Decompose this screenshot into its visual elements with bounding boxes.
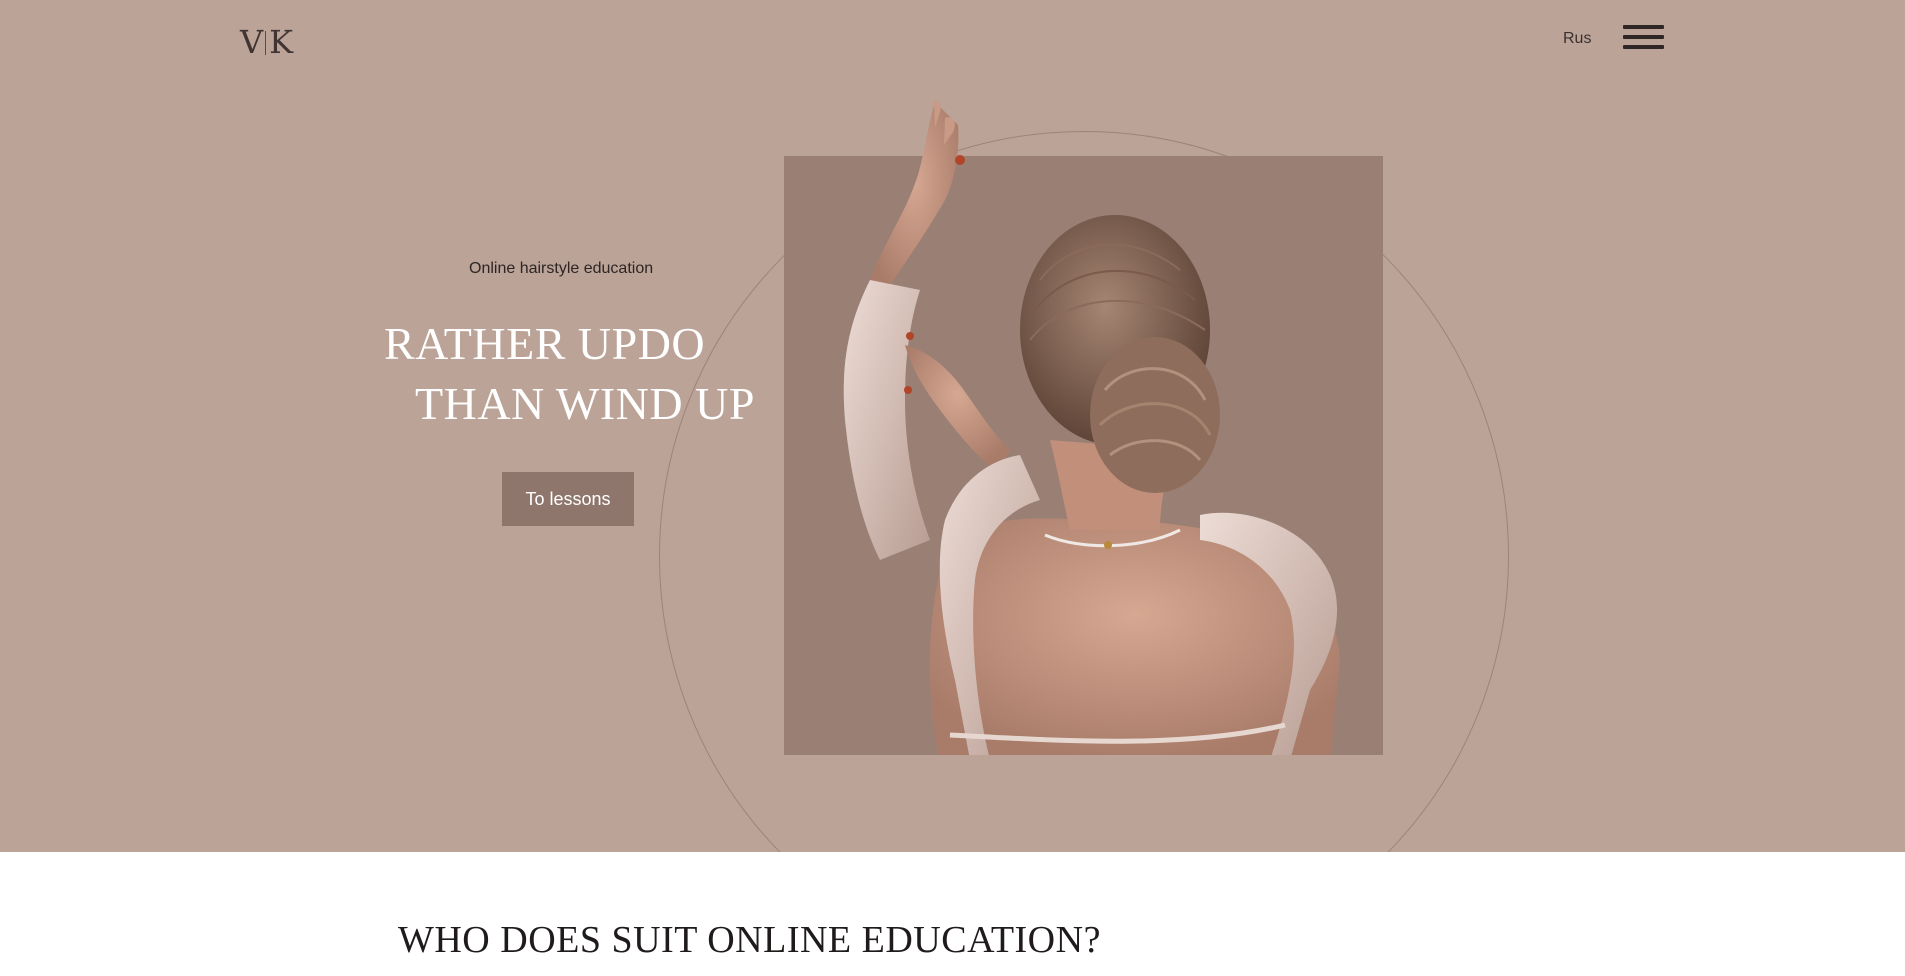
to-lessons-button[interactable]: To lessons xyxy=(502,472,634,526)
hero-subtitle: Online hairstyle education xyxy=(469,260,654,277)
hero-section: VK Rus Online hairstyle education RATHER… xyxy=(0,0,1905,852)
woman-back-illustration xyxy=(843,100,1340,755)
hero-headline: RATHER UPDO THAN WIND UP xyxy=(384,314,755,434)
hero-photo xyxy=(784,100,1383,755)
section-title: WHO DOES SUIT ONLINE EDUCATION? xyxy=(398,919,1101,961)
headline-line-2: THAN WIND UP xyxy=(415,378,755,429)
headline-line-1: RATHER UPDO xyxy=(384,318,706,369)
